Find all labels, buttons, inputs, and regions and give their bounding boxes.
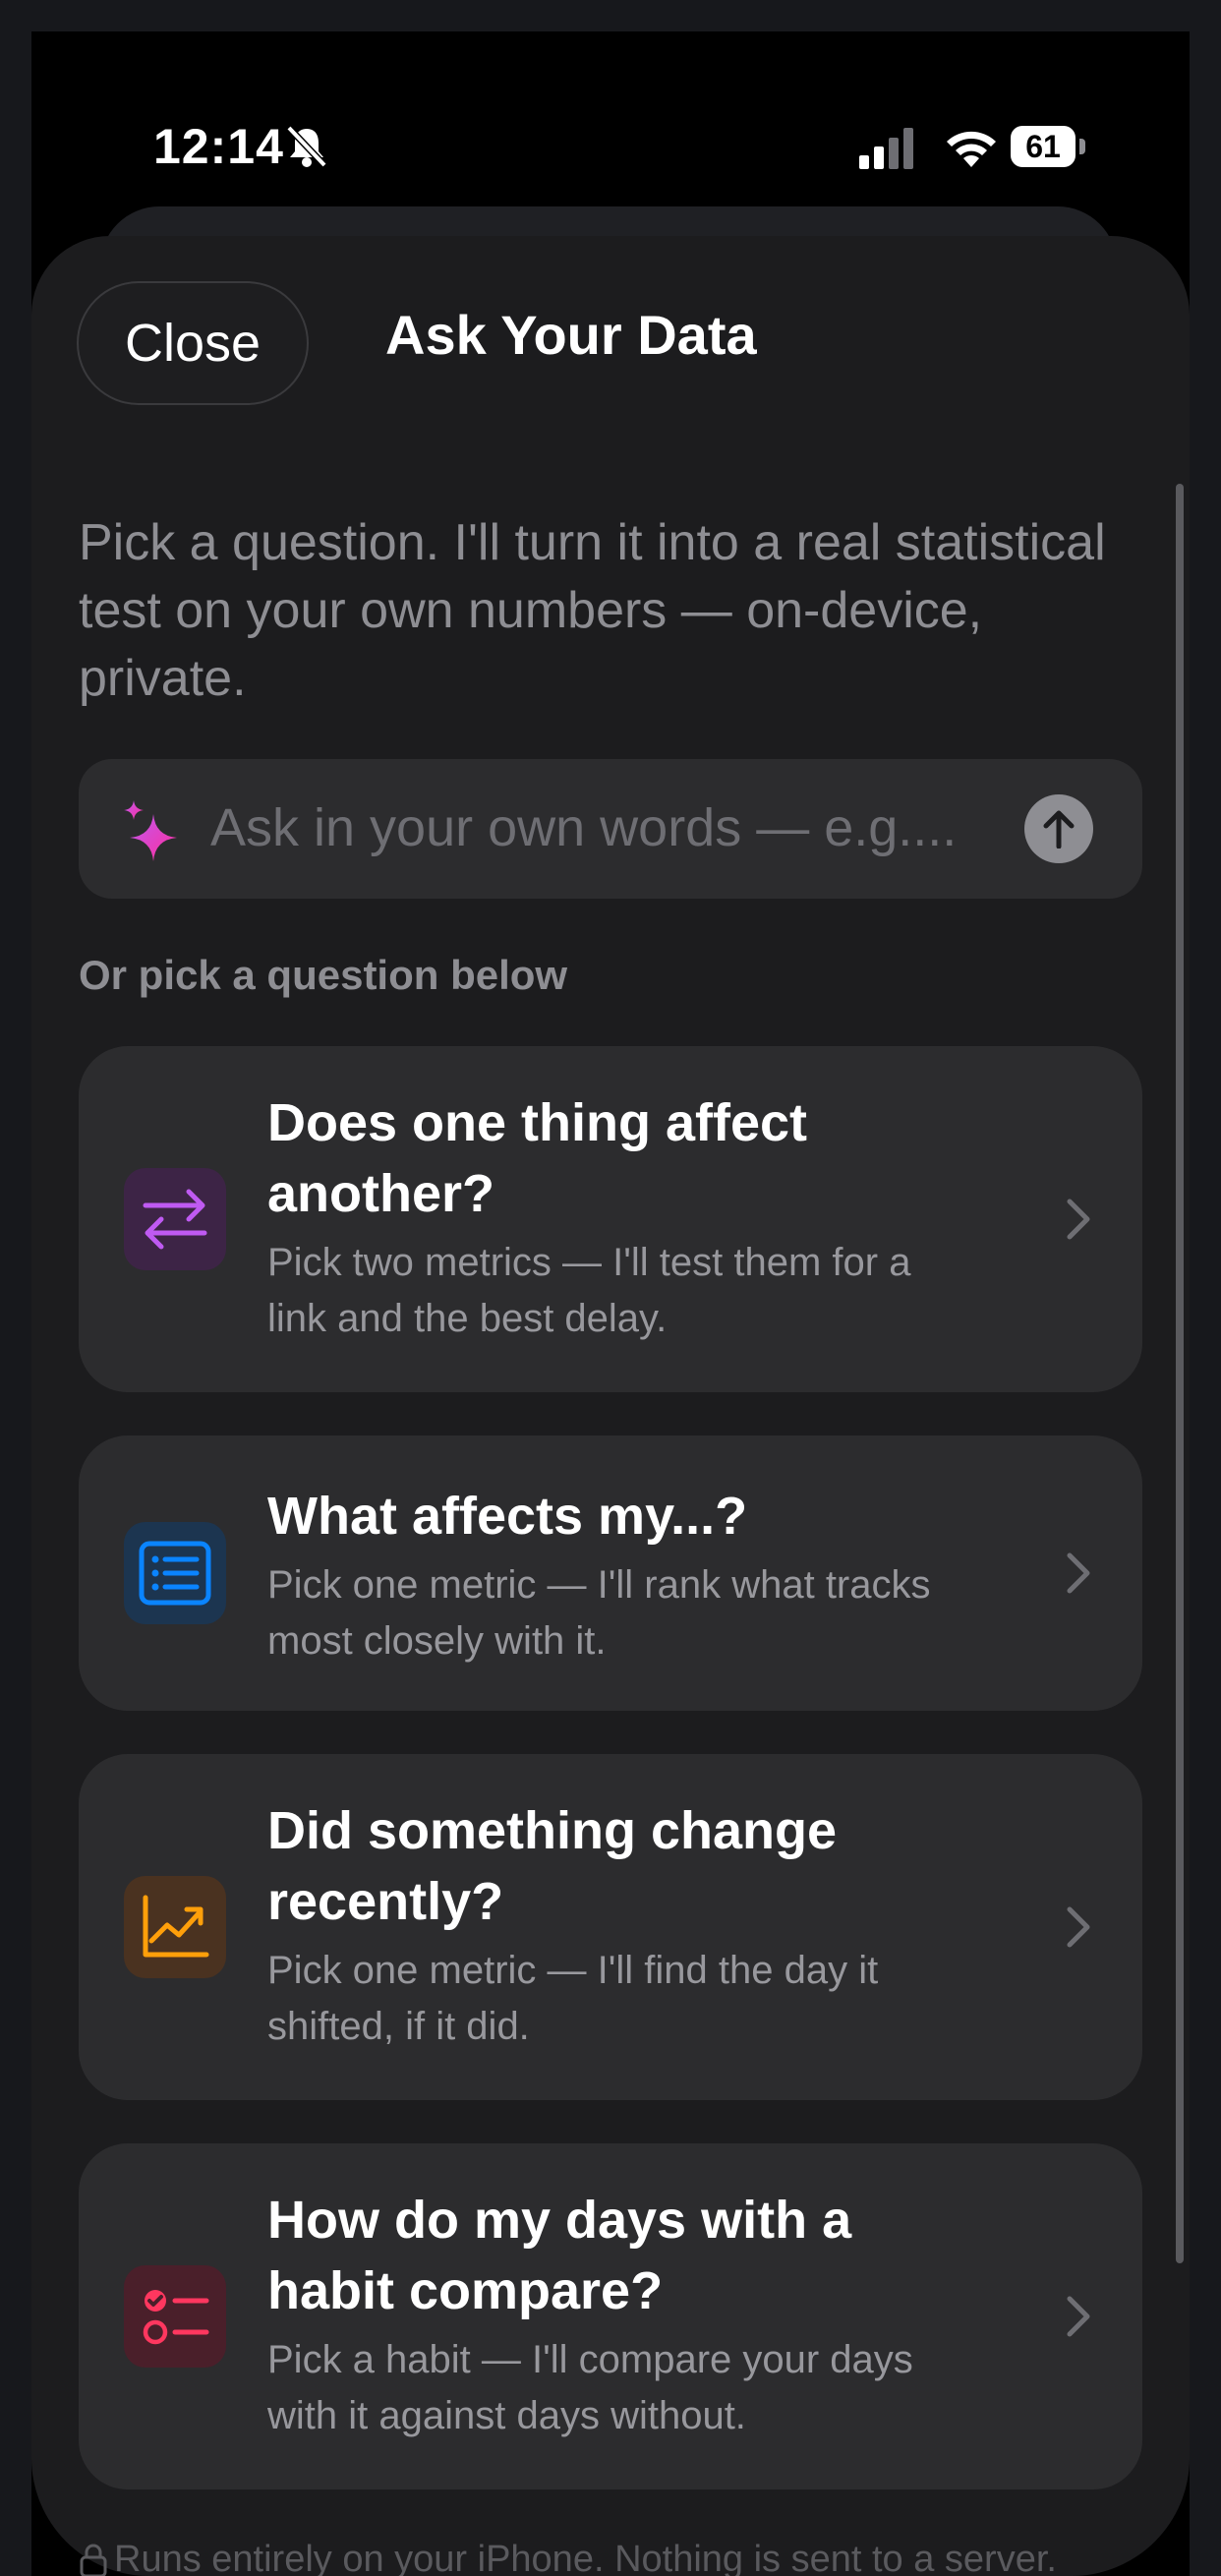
ask-input[interactable]	[210, 789, 977, 867]
question-card-habit[interactable]: How do my days with a habit compare? Pic…	[79, 2143, 1142, 2489]
phone-screen: 12:14 61 Close Ask Your Data Pick a ques…	[31, 31, 1190, 2576]
card-description: Pick one metric — I'll find the day it s…	[267, 1949, 879, 2048]
scrollbar[interactable]	[1176, 484, 1184, 2263]
checklist-icon	[124, 2265, 226, 2368]
section-label: Or pick a question below	[79, 952, 568, 998]
card-title: How do my days with a habit compare?	[267, 2191, 852, 2320]
battery-level: 61	[1011, 126, 1076, 167]
card-description: Pick one metric — I'll rank what tracks …	[267, 1563, 931, 1663]
question-card-what-affects[interactable]: What affects my...? Pick one metric — I'…	[79, 1435, 1142, 1711]
chevron-right-icon	[1067, 1199, 1090, 1240]
card-title: What affects my...?	[267, 1487, 748, 1546]
arrow-up-icon	[1043, 810, 1075, 849]
card-description: Pick a habit — I'll compare your days wi…	[267, 2338, 913, 2437]
card-title: Did something change recently?	[267, 1801, 838, 1931]
question-card-affect[interactable]: Does one thing affect another? Pick two …	[79, 1046, 1142, 1392]
list-icon	[124, 1522, 226, 1624]
lock-icon	[80, 2544, 107, 2576]
send-button[interactable]	[1024, 794, 1093, 863]
close-button[interactable]: Close	[77, 281, 309, 405]
chevron-right-icon	[1067, 1906, 1090, 1948]
cellular-signal-icon	[859, 128, 913, 169]
card-description: Pick two metrics — I'll test them for a …	[267, 1241, 911, 1340]
chevron-right-icon	[1067, 2296, 1090, 2337]
arrows-swap-icon	[124, 1168, 226, 1270]
battery-indicator: 61	[1011, 126, 1085, 169]
card-title: Does one thing affect another?	[267, 1093, 808, 1223]
sparkles-icon	[124, 800, 177, 861]
chevron-right-icon	[1067, 1552, 1090, 1594]
bell-slash-icon	[286, 125, 327, 168]
question-card-change[interactable]: Did something change recently? Pick one …	[79, 1754, 1142, 2100]
footer-privacy-note: Runs entirely on your iPhone. Nothing is…	[114, 2539, 1057, 2576]
status-time: 12:14	[153, 119, 284, 174]
battery-cap	[1079, 139, 1085, 154]
wifi-icon	[947, 131, 996, 167]
trend-chart-icon	[124, 1876, 226, 1978]
ask-field[interactable]	[79, 759, 1142, 899]
intro-text: Pick a question. I'll turn it into a rea…	[79, 514, 1106, 707]
page-title: Ask Your Data	[385, 304, 757, 366]
ask-your-data-sheet: Close Ask Your Data Pick a question. I'l…	[31, 236, 1190, 2576]
